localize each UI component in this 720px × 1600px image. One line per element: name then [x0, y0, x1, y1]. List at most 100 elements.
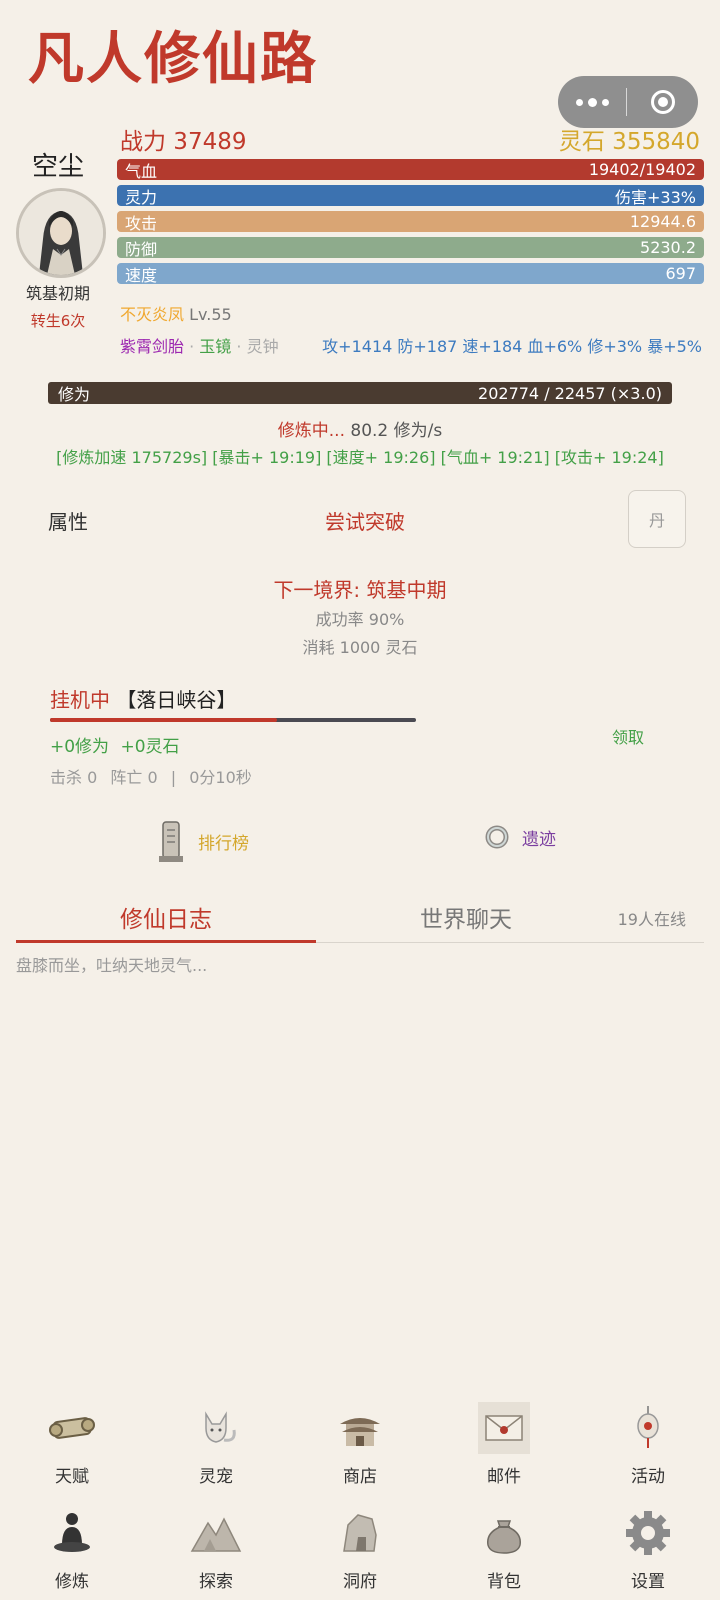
- defense-value: 5230.2: [640, 238, 696, 257]
- mountain-icon: [188, 1505, 244, 1561]
- idle-gains: +0修为 +0灵石: [50, 732, 180, 757]
- attack-label: 攻击: [125, 213, 158, 233]
- pill-button[interactable]: 丹: [628, 490, 686, 548]
- cultivation-value: 202774 / 22457 (×3.0): [478, 383, 662, 403]
- equipment-list: 紫霄剑胎 · 玉镜 · 灵钟: [120, 333, 279, 357]
- more-icon[interactable]: [558, 97, 626, 107]
- speed-value: 697: [665, 264, 696, 283]
- idle-status[interactable]: 挂机中 【落日峡谷】: [50, 684, 236, 713]
- nav-label: 背包: [487, 1572, 521, 1592]
- idle-label: 挂机中: [50, 688, 110, 712]
- next-realm-title: 下一境界: 筑基中期: [273, 578, 447, 602]
- ring-icon: [485, 825, 509, 849]
- nav-label: 天赋: [55, 1467, 89, 1487]
- cultivation-rate: 80.2 修为/s: [350, 421, 443, 441]
- cultivation-status: 修炼中...: [277, 421, 345, 441]
- equipment-bonus: 攻+1414 防+187 速+184 血+6% 修+3% 暴+5%: [322, 337, 702, 356]
- ranking-label: 排行榜: [198, 833, 249, 854]
- nav-label: 洞府: [343, 1572, 377, 1592]
- active-buffs: [修炼加速 175729s] [暴击+ 19:19] [速度+ 19:26] […: [56, 448, 664, 467]
- ranking-link[interactable]: 排行榜: [156, 818, 249, 864]
- mana-bar: 灵力 伤害+33%: [117, 185, 704, 207]
- mana-value: 伤害+33%: [615, 187, 696, 207]
- meditation-icon: [44, 1505, 100, 1561]
- nav-bag[interactable]: 背包: [432, 1505, 576, 1592]
- ruins-label: 遗迹: [522, 829, 556, 850]
- mana-label: 灵力: [125, 187, 158, 207]
- breakthrough-button[interactable]: 尝试突破: [290, 506, 440, 535]
- nav-label: 邮件: [487, 1467, 521, 1487]
- spirit-stone-count: 灵石 355840: [558, 129, 700, 155]
- close-target-icon[interactable]: [650, 90, 675, 114]
- gear-icon: [620, 1505, 676, 1561]
- fox-icon: [188, 1400, 244, 1456]
- mini-program-capsule[interactable]: [558, 76, 698, 128]
- app-title: 凡人修仙路: [28, 26, 318, 92]
- equipment-sep: ·: [189, 337, 195, 356]
- nav-label: 活动: [631, 1467, 665, 1487]
- nav-explore[interactable]: 探索: [144, 1505, 288, 1592]
- bag-icon: [476, 1505, 532, 1561]
- gain-cultivation: +0修为: [50, 737, 110, 757]
- nav-shop[interactable]: 商店: [288, 1400, 432, 1487]
- treasure-name: 不灭炎凤: [120, 305, 185, 324]
- player-name: 空尘: [31, 152, 84, 182]
- kills: 击杀 0: [50, 768, 98, 787]
- online-count: 19人在线: [617, 910, 686, 929]
- scroll-icon: [44, 1400, 100, 1456]
- equipment-sep: ·: [236, 337, 242, 356]
- ruins-link[interactable]: 遗迹: [484, 824, 556, 850]
- breakthrough-cost: 消耗 1000 灵石: [302, 638, 418, 657]
- tab-log[interactable]: 修仙日志: [16, 900, 316, 934]
- cultivation-status-line: 修炼中... 80.2 修为/s: [0, 416, 720, 441]
- tab-chat[interactable]: 世界聊天: [316, 900, 616, 934]
- log-line: 盘膝而坐，吐纳天地灵气...: [16, 956, 208, 975]
- deaths: 阵亡 0: [110, 768, 158, 787]
- gain-stone: +0灵石: [120, 737, 180, 757]
- success-rate: 成功率 90%: [315, 610, 405, 629]
- idle-progress-fill: [50, 718, 277, 722]
- nav-cave[interactable]: 洞府: [288, 1505, 432, 1592]
- rock-icon: [332, 1505, 388, 1561]
- treasure[interactable]: 不灭炎凤 Lv.55: [120, 301, 232, 325]
- defense-label: 防御: [125, 239, 158, 259]
- lantern-icon: [620, 1400, 676, 1456]
- nav-talent[interactable]: 天赋: [0, 1400, 144, 1487]
- cultivation-label: 修为: [58, 385, 91, 404]
- nav-mail[interactable]: 邮件: [432, 1400, 576, 1487]
- attack-bar: 攻击 12944.6: [117, 211, 704, 233]
- rebirth-count: 转生6次: [30, 312, 86, 330]
- nav-label: 探索: [199, 1572, 233, 1592]
- attack-value: 12944.6: [629, 212, 696, 231]
- hp-value: 19402/19402: [588, 160, 696, 179]
- nav-label: 灵宠: [199, 1467, 233, 1487]
- nav-pet[interactable]: 灵宠: [144, 1400, 288, 1487]
- nav-label: 设置: [631, 1572, 665, 1592]
- defense-bar: 防御 5230.2: [117, 237, 704, 259]
- equipment-item[interactable]: 紫霄剑胎: [120, 337, 184, 356]
- cultivation-bar: 修为 202774 / 22457 (×3.0): [48, 382, 672, 404]
- nav-label: 修炼: [55, 1572, 89, 1592]
- nav-cultivate[interactable]: 修炼: [0, 1505, 144, 1592]
- nav-settings[interactable]: 设置: [576, 1505, 720, 1592]
- idle-time: 0分10秒: [189, 768, 252, 787]
- nav-event[interactable]: 活动: [576, 1400, 720, 1487]
- equipment-item[interactable]: 玉镜: [199, 337, 231, 356]
- speed-label: 速度: [125, 265, 158, 285]
- nav-label: 商店: [343, 1467, 377, 1487]
- idle-stats: 击杀 0 阵亡 0 | 0分10秒: [50, 764, 252, 788]
- treasure-level: Lv.55: [189, 305, 232, 324]
- attributes-button[interactable]: 属性: [48, 506, 88, 535]
- claim-button[interactable]: 领取: [612, 724, 644, 748]
- tab-active-indicator: [16, 940, 316, 943]
- avatar[interactable]: [16, 188, 106, 278]
- hp-bar: 气血 19402/19402: [117, 159, 704, 181]
- realm-label: 筑基初期: [25, 284, 90, 303]
- combat-power: 战力 37489: [120, 129, 247, 155]
- envelope-icon: [476, 1400, 532, 1456]
- stats-separator: |: [170, 768, 177, 787]
- speed-bar: 速度 697: [117, 263, 704, 285]
- idle-location: 【落日峡谷】: [116, 688, 237, 712]
- equipment-item[interactable]: 灵钟: [247, 337, 279, 356]
- pavilion-icon: [332, 1400, 388, 1456]
